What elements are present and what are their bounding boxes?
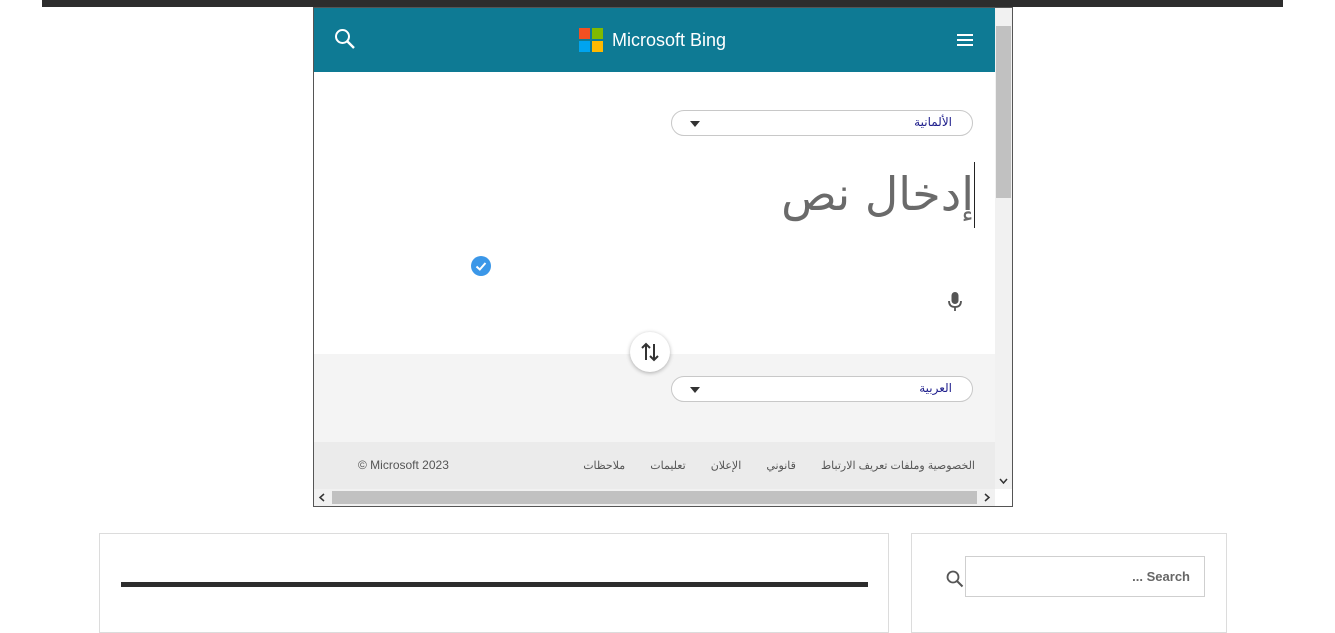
footer-link-legal[interactable]: قانوني (766, 460, 796, 472)
scroll-down-arrow-icon[interactable] (997, 475, 1010, 487)
translator-viewport: Microsoft Bing الألمانية إدخال نص العربي… (314, 8, 995, 489)
swap-arrows-icon (641, 342, 659, 362)
source-text-input[interactable]: إدخال نص (694, 162, 974, 226)
footer-link-feedback[interactable]: ملاحظات (583, 460, 625, 472)
vertical-scroll-thumb[interactable] (996, 26, 1011, 198)
horizontal-scrollbar[interactable] (314, 489, 995, 506)
copyright-text: © Microsoft 2023 (358, 458, 449, 472)
check-icon (471, 256, 491, 276)
brand-title: Microsoft Bing (612, 30, 727, 50)
vertical-scrollbar[interactable] (995, 8, 1012, 489)
source-language-select[interactable]: الألمانية (671, 110, 973, 136)
microsoft-logo-icon (579, 28, 603, 52)
horizontal-scroll-thumb[interactable] (332, 491, 977, 504)
content-card (99, 533, 889, 633)
search-input[interactable] (965, 556, 1205, 597)
search-icon[interactable] (334, 28, 356, 50)
scroll-left-arrow-icon[interactable] (316, 491, 328, 504)
hamburger-menu-icon[interactable] (956, 32, 974, 48)
bing-header: Microsoft Bing (314, 8, 995, 72)
translator-footer: © Microsoft 2023 الخصوصية وملفات تعريف ا… (314, 442, 995, 489)
search-icon[interactable] (946, 570, 964, 588)
footer-link-help[interactable]: تعليمات (650, 460, 685, 472)
footer-link-privacy[interactable]: الخصوصية وملفات تعريف الارتباط (821, 460, 975, 472)
search-widget (911, 533, 1227, 633)
swap-languages-button[interactable] (630, 332, 670, 372)
footer-link-advertising[interactable]: الإعلان (711, 460, 742, 472)
translator-embed-frame: Microsoft Bing الألمانية إدخال نص العربي… (313, 7, 1013, 507)
text-cursor (974, 162, 975, 228)
chevron-down-icon (690, 387, 700, 393)
target-language-select[interactable]: العربية (671, 376, 973, 402)
card-divider (121, 582, 868, 587)
scroll-right-arrow-icon[interactable] (981, 491, 993, 504)
target-language-label: العربية (919, 381, 952, 395)
microphone-icon[interactable] (946, 290, 964, 314)
chevron-down-icon (690, 121, 700, 127)
footer-links: الخصوصية وملفات تعريف الارتباط قانوني ال… (561, 459, 975, 472)
site-top-bar (42, 0, 1283, 7)
source-language-label: الألمانية (914, 115, 952, 129)
